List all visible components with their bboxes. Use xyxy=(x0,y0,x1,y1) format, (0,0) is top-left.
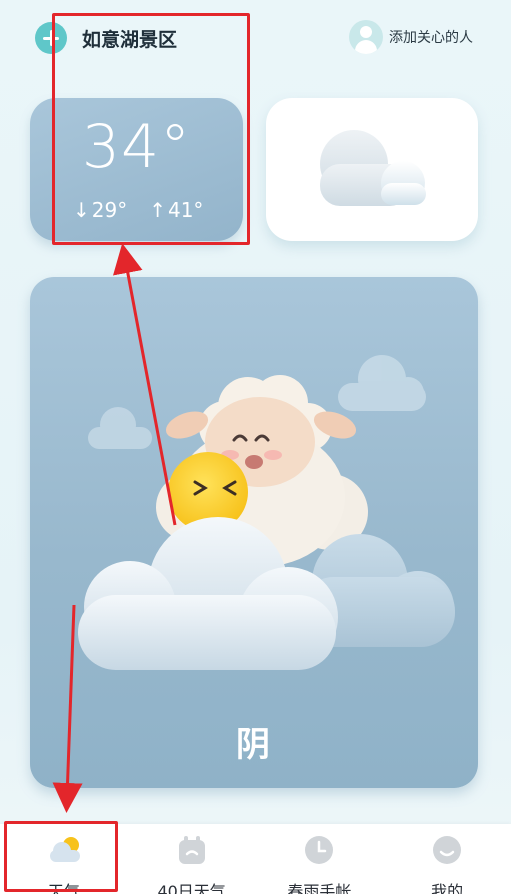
nav-label-profile: 我的 xyxy=(431,882,464,894)
nav-label-40-day-weather: 40日天气 xyxy=(157,882,226,894)
weather-illustration-card: 阴 xyxy=(30,277,478,788)
overcast-cloud-icon xyxy=(320,130,426,206)
weather-condition: 阴 xyxy=(236,725,272,765)
annotation-box-weather-tab xyxy=(4,821,118,892)
small-cloud-left xyxy=(88,407,152,449)
nav-label-spring-rain-journal: 春雨手帐 xyxy=(287,882,352,894)
nav-item-40-day-weather[interactable]: 40日天气 xyxy=(128,824,256,894)
sheep-illustration xyxy=(78,355,455,670)
calendar-icon xyxy=(175,834,209,866)
weather-icon-card[interactable] xyxy=(266,98,478,241)
small-cloud-right xyxy=(338,355,426,411)
nav-item-profile[interactable]: 我的 xyxy=(383,824,511,894)
add-care-person-label: 添加关心的人 xyxy=(389,30,473,46)
profile-icon xyxy=(430,834,464,866)
clock-icon xyxy=(302,834,336,866)
nav-item-spring-rain-journal[interactable]: 春雨手帐 xyxy=(256,824,384,894)
add-care-person-button[interactable]: 添加关心的人 xyxy=(349,20,473,54)
annotation-box-temperature xyxy=(52,13,250,245)
avatar-icon xyxy=(349,20,383,54)
